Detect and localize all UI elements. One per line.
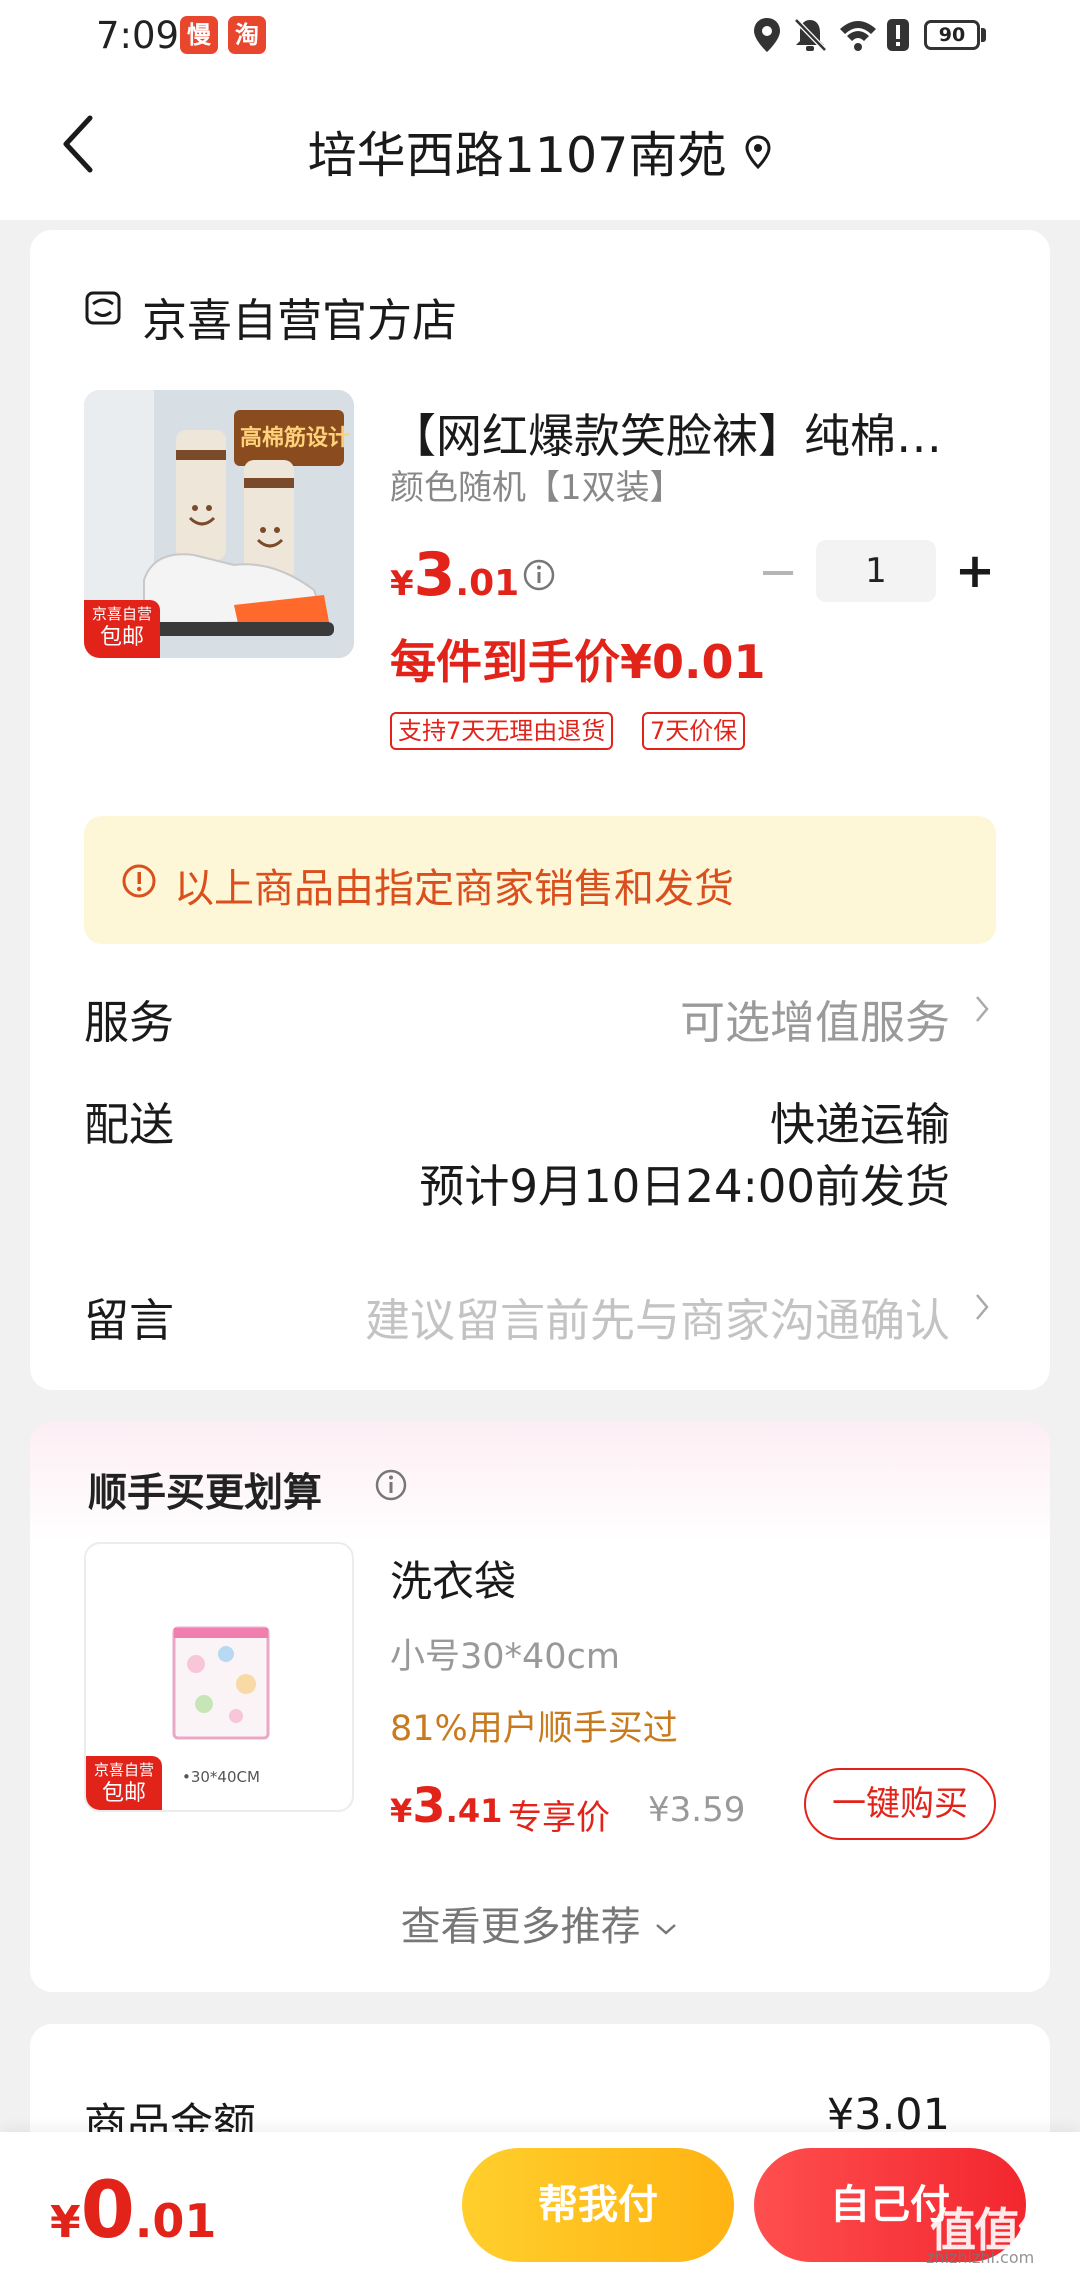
alert-icon [887,19,909,51]
recommend-item-name[interactable]: 洗衣袋 [390,1548,516,1609]
service-chevron-icon [976,996,989,1022]
recommend-bought-rate: 81%用户顺手买过 [390,1709,678,1749]
wifi-icon [840,21,876,51]
battery-tip [981,28,986,42]
recommend-item-spec: 小号30*40cm [390,1637,620,1677]
quantity-decrease-button[interactable]: − [758,548,798,596]
price-protect-tag: 7天价保 [642,712,746,750]
delivery-method[interactable]: 快递运输 [600,1088,950,1153]
help-me-pay-button[interactable]: 帮我付 [462,2148,734,2262]
location-pin-icon [745,134,771,169]
store-icon [85,291,121,325]
address-text: 培华西路1107南苑 [307,127,727,184]
delivery-address[interactable]: 培华西路1107南苑 [0,116,1080,187]
exclusive-price-label: 专享价 [508,1798,610,1838]
recommend-free-shipping-badge: 京喜自营 包邮 [86,1756,162,1810]
total-price: ¥0.01 [50,2166,217,2256]
quantity-field[interactable]: 1 [816,540,936,602]
one-click-buy-button[interactable]: 一键购买 [804,1768,996,1840]
notice-text: 以上商品由指定商家销售和发货 [174,866,734,912]
chevron-down-icon [656,1924,677,1935]
recommend-title: 顺手买更划算 [88,1471,323,1516]
price-info-icon[interactable] [522,558,556,592]
recommend-price: ¥3.41 [390,1778,503,1834]
final-unit-price: 每件到手价¥0.01 [390,635,766,689]
more-recommendations-text: 查看更多推荐 [400,1904,641,1950]
recommend-image-caption: •30*40CM [182,1768,260,1786]
bell-off-icon [794,18,827,52]
app-badge-icon: 慢 [180,16,218,54]
product-image[interactable]: 高棉筋设计 京喜自营 包邮 [84,390,354,658]
delivery-label: 配送 [84,1098,175,1151]
taobao-badge-icon: 淘 [228,16,266,54]
return-policy-tag: 支持7天无理由退货 [390,712,614,750]
location-icon [754,18,780,52]
quantity-increase-button[interactable]: + [954,546,996,596]
original-price: ¥3.59 [648,1790,746,1830]
watermark-url: zhizhizhi.com [926,2248,1035,2267]
message-input[interactable]: 建议留言前先与商家沟通确认 [280,1284,950,1349]
status-time: 7:09 [96,14,180,57]
store-name[interactable]: 京喜自营官方店 [142,284,457,349]
free-shipping-badge: 京喜自营 包邮 [84,600,160,658]
recommend-item-image[interactable]: •30*40CM 京喜自营 包邮 [84,1542,354,1812]
delivery-eta: 预计9月10日24:00前发货 [419,1160,950,1213]
image-caption: 高棉筋设计 [240,426,351,451]
product-title[interactable]: 【网红爆款笑脸袜】纯棉… [390,400,990,466]
message-chevron-icon [976,1294,989,1320]
message-label: 留言 [84,1294,175,1347]
more-recommendations-link[interactable]: 查看更多推荐 [0,1894,1080,1952]
product-price: ¥3.01 [390,540,520,610]
service-value[interactable]: 可选增值服务 [520,986,950,1051]
notice-info-icon [122,864,156,898]
battery-icon: 90 [924,20,980,50]
service-label: 服务 [84,996,175,1049]
product-spec: 颜色随机【1双装】 [390,468,684,508]
recommend-info-icon[interactable] [374,1468,408,1502]
